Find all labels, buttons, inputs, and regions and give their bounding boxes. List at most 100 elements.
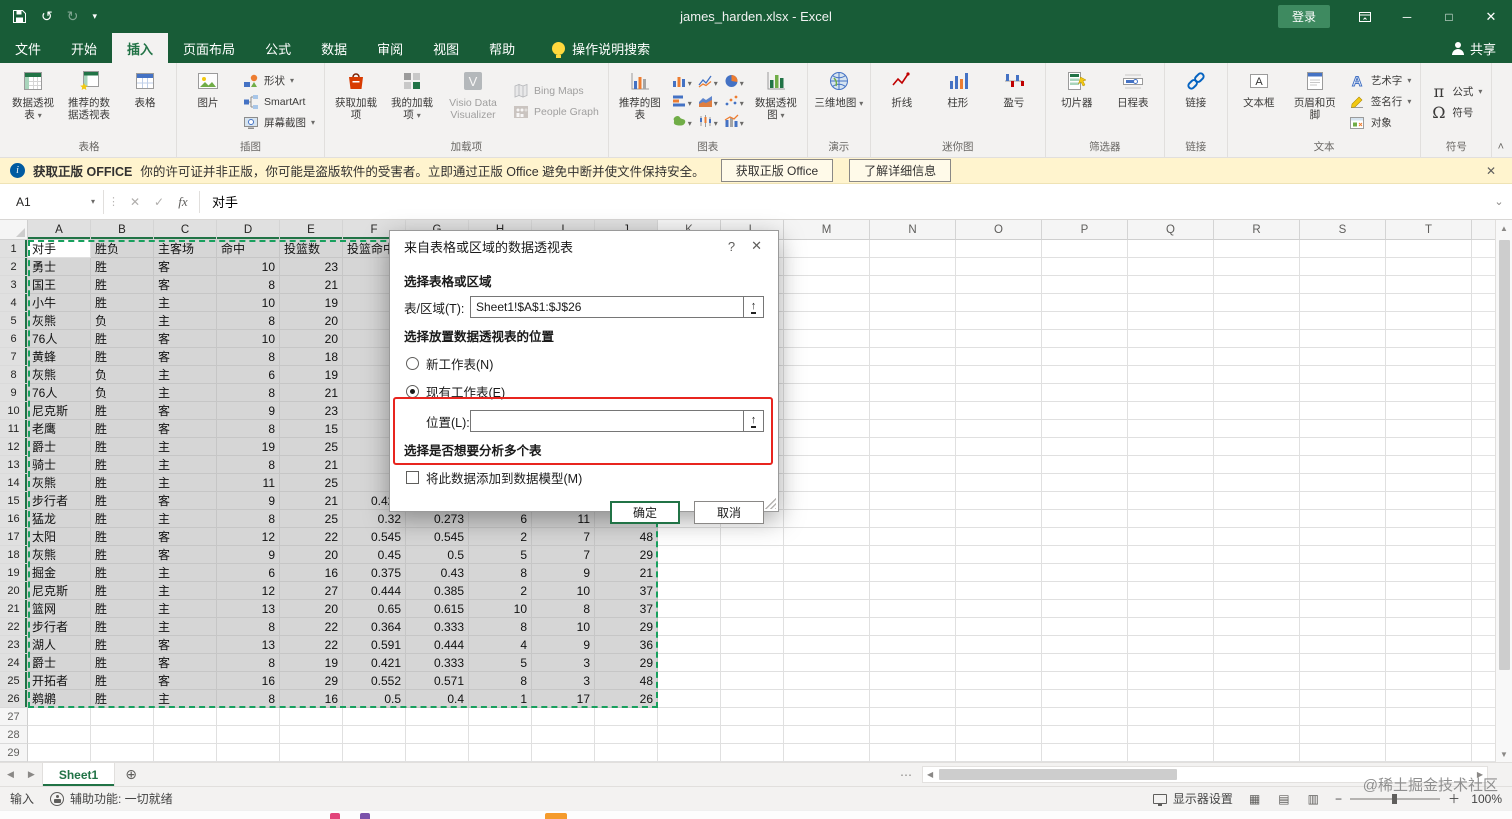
qat-customize-icon[interactable]: ▾ [92, 11, 97, 22]
cell-R11[interactable] [1214, 420, 1300, 438]
tab-视图[interactable]: 视图 [418, 33, 474, 63]
cell-A2[interactable]: 勇士 [28, 258, 91, 276]
cell-S4[interactable] [1300, 294, 1386, 312]
cell-K29[interactable] [658, 744, 721, 762]
cell-F21[interactable]: 0.65 [343, 600, 406, 618]
cell-N10[interactable] [870, 402, 956, 420]
cell-B27[interactable] [91, 708, 154, 726]
cell-H27[interactable] [469, 708, 532, 726]
cell-N8[interactable] [870, 366, 956, 384]
chart-combo-button[interactable]: ▾ [721, 114, 747, 134]
cell-E10[interactable]: 23 [280, 402, 343, 420]
cell-B17[interactable]: 胜 [91, 528, 154, 546]
name-box[interactable]: A1 ▾ [8, 190, 104, 214]
cell-S11[interactable] [1300, 420, 1386, 438]
cell-C22[interactable]: 主 [154, 618, 217, 636]
cell-Q16[interactable] [1128, 510, 1214, 528]
cell-B6[interactable]: 胜 [91, 330, 154, 348]
pivot-table-button[interactable]: 数据透视表 ▾ [6, 65, 60, 129]
cell-N14[interactable] [870, 474, 956, 492]
cell-K26[interactable] [658, 690, 721, 708]
cell-E9[interactable]: 21 [280, 384, 343, 402]
cell-I24[interactable]: 3 [532, 654, 595, 672]
cell-Q5[interactable] [1128, 312, 1214, 330]
learn-more-button[interactable]: 了解详细信息 [849, 159, 951, 182]
cell-N6[interactable] [870, 330, 956, 348]
close-button[interactable]: ✕ [1470, 0, 1512, 33]
cell-K24[interactable] [658, 654, 721, 672]
cell-R20[interactable] [1214, 582, 1300, 600]
smartart-button[interactable]: SmartArt [237, 91, 320, 112]
cell-E13[interactable]: 21 [280, 456, 343, 474]
option-add-to-data-model[interactable]: 将此数据添加到数据模型(M) [406, 468, 764, 487]
cell-C18[interactable]: 客 [154, 546, 217, 564]
cell-Q23[interactable] [1128, 636, 1214, 654]
cell-E26[interactable]: 16 [280, 690, 343, 708]
collapse-ribbon-icon[interactable]: ˄ [1498, 141, 1504, 153]
cell-D18[interactable]: 9 [217, 546, 280, 564]
cell-L23[interactable] [721, 636, 784, 654]
cell-Q29[interactable] [1128, 744, 1214, 762]
cell-R21[interactable] [1214, 600, 1300, 618]
cell-M7[interactable] [784, 348, 870, 366]
cell-A11[interactable]: 老鹰 [28, 420, 91, 438]
cell-Q18[interactable] [1128, 546, 1214, 564]
column-header-A[interactable]: A [28, 220, 91, 240]
cell-N9[interactable] [870, 384, 956, 402]
cell-R3[interactable] [1214, 276, 1300, 294]
cell-O27[interactable] [956, 708, 1042, 726]
cell-D29[interactable] [217, 744, 280, 762]
cell-L20[interactable] [721, 582, 784, 600]
view-normal-icon[interactable]: ▦ [1247, 792, 1262, 806]
cell-L26[interactable] [721, 690, 784, 708]
chart-stock-button[interactable]: ▾ [695, 114, 721, 134]
cell-E25[interactable]: 29 [280, 672, 343, 690]
tab-插入[interactable]: 插入 [112, 33, 168, 63]
option-existing-worksheet[interactable]: 现有工作表(E) [406, 382, 764, 401]
sparkline-line-button[interactable]: 折线 [875, 65, 929, 129]
cell-A26[interactable]: 鹈鹕 [28, 690, 91, 708]
cell-B4[interactable]: 胜 [91, 294, 154, 312]
cell-A23[interactable]: 湖人 [28, 636, 91, 654]
cell-E2[interactable]: 23 [280, 258, 343, 276]
row-header-9[interactable]: 9 [0, 384, 28, 402]
display-settings-button[interactable]: 显示器设置 [1153, 790, 1233, 807]
table-button[interactable]: 表格 [118, 65, 172, 129]
cell-P13[interactable] [1042, 456, 1128, 474]
cell-C5[interactable]: 主 [154, 312, 217, 330]
cell-P15[interactable] [1042, 492, 1128, 510]
headerfooter-button[interactable]: 页眉和页脚 [1288, 65, 1342, 129]
cell-R22[interactable] [1214, 618, 1300, 636]
cell-Q20[interactable] [1128, 582, 1214, 600]
cell-M27[interactable] [784, 708, 870, 726]
cell-T28[interactable] [1386, 726, 1472, 744]
cell-P27[interactable] [1042, 708, 1128, 726]
cell-C26[interactable]: 主 [154, 690, 217, 708]
cell-P9[interactable] [1042, 384, 1128, 402]
cell-T15[interactable] [1386, 492, 1472, 510]
cell-B28[interactable] [91, 726, 154, 744]
cell-N16[interactable] [870, 510, 956, 528]
cell-J17[interactable]: 48 [595, 528, 658, 546]
cell-I21[interactable]: 8 [532, 600, 595, 618]
cell-O22[interactable] [956, 618, 1042, 636]
cell-G20[interactable]: 0.385 [406, 582, 469, 600]
cell-T23[interactable] [1386, 636, 1472, 654]
cell-J28[interactable] [595, 726, 658, 744]
cell-D7[interactable]: 8 [217, 348, 280, 366]
cell-S26[interactable] [1300, 690, 1386, 708]
ok-button[interactable]: 确定 [610, 501, 680, 524]
cell-L19[interactable] [721, 564, 784, 582]
cell-S18[interactable] [1300, 546, 1386, 564]
cell-O16[interactable] [956, 510, 1042, 528]
column-header-B[interactable]: B [91, 220, 154, 240]
cell-R18[interactable] [1214, 546, 1300, 564]
cell-R25[interactable] [1214, 672, 1300, 690]
row-header-20[interactable]: 20 [0, 582, 28, 600]
sheet-nav-prev-icon[interactable]: ◀ [0, 769, 21, 780]
cell-A5[interactable]: 灰熊 [28, 312, 91, 330]
cell-A13[interactable]: 骑士 [28, 456, 91, 474]
cell-N12[interactable] [870, 438, 956, 456]
cell-E29[interactable] [280, 744, 343, 762]
row-header-18[interactable]: 18 [0, 546, 28, 564]
